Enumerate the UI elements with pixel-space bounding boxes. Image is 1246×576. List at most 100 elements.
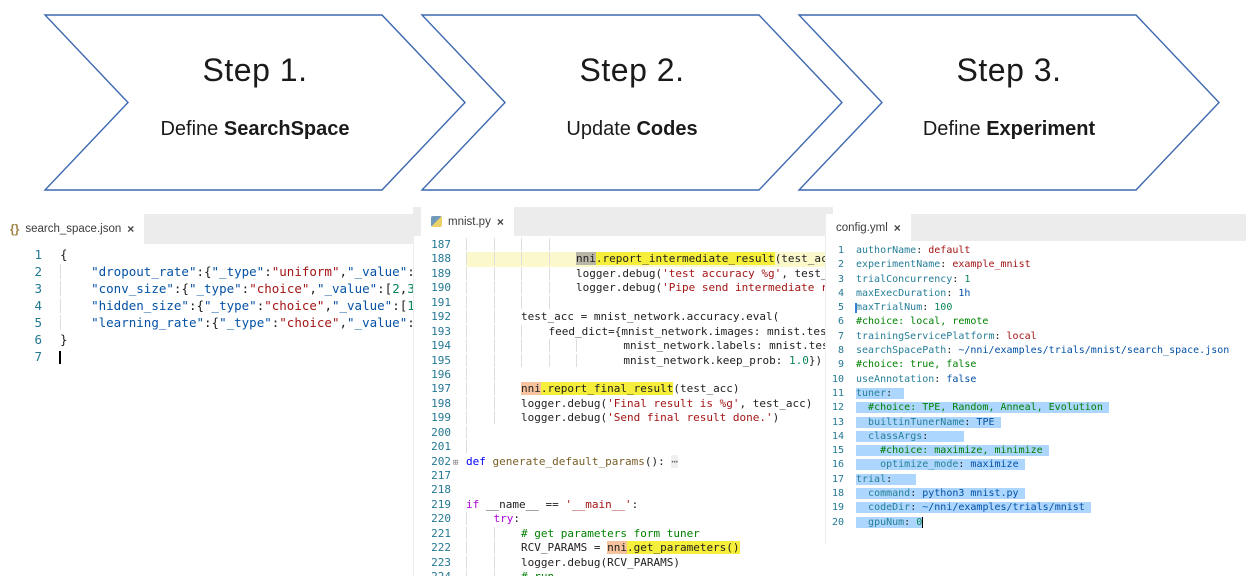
code-line-row[interactable]: 13 builtinTunerName: TPE xyxy=(826,416,1246,430)
code-line-text[interactable]: mnist_network.keep_prob: 1.0}) xyxy=(466,354,833,368)
mnist-editor-code[interactable]: 187 188 nni.report_intermediate_result(t… xyxy=(414,236,833,576)
code-line-row[interactable]: 192 test_acc = mnist_network.accuracy.ev… xyxy=(414,310,833,324)
code-line-row[interactable]: 187 xyxy=(414,238,833,252)
code-line-row[interactable]: 219if __name__ == '__main__': xyxy=(414,498,833,512)
code-line-row[interactable]: 197 nni.report_final_result(test_acc) xyxy=(414,382,833,396)
code-line-text[interactable]: #choice: maximize, minimize xyxy=(856,444,1246,458)
code-line-row[interactable]: 191 xyxy=(414,296,833,310)
code-line-row[interactable]: 3trialConcurrency: 1 xyxy=(826,273,1246,287)
code-line-row[interactable]: 223 logger.debug(RCV_PARAMS) xyxy=(414,556,833,570)
code-line-text[interactable]: # run xyxy=(466,570,833,576)
code-line-text[interactable]: "learning_rate":{"_type":"choice","_valu… xyxy=(60,314,420,331)
code-line-row[interactable]: 5maxTrialNum: 100 xyxy=(826,301,1246,315)
code-line-row[interactable]: 217 xyxy=(414,469,833,483)
code-line-row[interactable]: 4 "hidden_size":{"_type":"choice","_valu… xyxy=(0,297,420,314)
code-line-row[interactable]: 5 "learning_rate":{"_type":"choice","_va… xyxy=(0,314,420,331)
code-line-text[interactable]: logger.debug('Pipe send intermediate res… xyxy=(466,281,833,295)
code-line-text[interactable]: logger.debug('Send final result done.') xyxy=(466,411,833,425)
code-line-text[interactable]: optimize_mode: maximize xyxy=(856,458,1246,472)
code-line-row[interactable]: 4maxExecDuration: 1h xyxy=(826,287,1246,301)
code-line-row[interactable]: 195 mnist_network.keep_prob: 1.0}) xyxy=(414,354,833,368)
code-line-row[interactable]: 224 # run xyxy=(414,570,833,576)
code-line-text[interactable]: builtinTunerName: TPE xyxy=(856,416,1246,430)
close-tab-icon[interactable]: × xyxy=(127,223,134,235)
code-line-text[interactable]: test_acc = mnist_network.accuracy.eval( xyxy=(466,310,833,324)
code-line-row[interactable]: 202⊞def generate_default_params(): ⋯ xyxy=(414,455,833,469)
code-line-text[interactable]: logger.debug(RCV_PARAMS) xyxy=(466,556,833,570)
code-line-row[interactable]: 18 command: python3 mnist.py xyxy=(826,487,1246,501)
code-line-text[interactable]: experimentName: example_mnist xyxy=(856,258,1246,272)
code-line-text[interactable]: ⊞def generate_default_params(): ⋯ xyxy=(466,455,833,469)
code-line-text[interactable]: RCV_PARAMS = nni.get_parameters() xyxy=(466,541,833,555)
code-line-text[interactable]: "hidden_size":{"_type":"choice","_value"… xyxy=(60,297,420,314)
code-line-row[interactable]: 16 optimize_mode: maximize xyxy=(826,458,1246,472)
code-line-text[interactable]: "conv_size":{"_type":"choice","_value":[… xyxy=(60,280,420,297)
code-line-text[interactable] xyxy=(466,469,833,483)
code-line-text[interactable]: maxExecDuration: 1h xyxy=(856,287,1246,301)
code-line-text[interactable]: #choice: TPE, Random, Anneal, Evolution xyxy=(856,401,1246,415)
code-line-text[interactable] xyxy=(466,440,833,454)
close-tab-icon[interactable]: × xyxy=(894,222,901,234)
code-line-text[interactable]: authorName: default xyxy=(856,244,1246,258)
code-line-row[interactable]: 19 codeDir: ~/nni/examples/trials/mnist xyxy=(826,501,1246,515)
code-line-row[interactable]: 8searchSpacePath: ~/nni/examples/trials/… xyxy=(826,344,1246,358)
code-line-row[interactable]: 7trainingServicePlatform: local xyxy=(826,330,1246,344)
code-line-row[interactable]: 12 #choice: TPE, Random, Anneal, Evoluti… xyxy=(826,401,1246,415)
code-line-text[interactable]: codeDir: ~/nni/examples/trials/mnist xyxy=(856,501,1246,515)
code-line-row[interactable]: 6#choice: local, remote xyxy=(826,315,1246,329)
code-line-text[interactable] xyxy=(466,296,833,310)
code-line-row[interactable]: 194 mnist_network.labels: mnist.test.lab… xyxy=(414,339,833,353)
code-line-row[interactable]: 9#choice: true, false xyxy=(826,358,1246,372)
code-line-row[interactable]: 218 xyxy=(414,483,833,497)
code-line-text[interactable]: "dropout_rate":{"_type":"uniform","_valu… xyxy=(60,263,420,280)
code-line-text[interactable]: #choice: local, remote xyxy=(856,315,1246,329)
code-line-row[interactable]: 1{ xyxy=(0,246,420,263)
code-line-text[interactable]: searchSpacePath: ~/nni/examples/trials/m… xyxy=(856,344,1246,358)
code-line-row[interactable]: 17trial: xyxy=(826,473,1246,487)
code-line-row[interactable]: 2experimentName: example_mnist xyxy=(826,258,1246,272)
code-line-row[interactable]: 6} xyxy=(0,331,420,348)
code-line-text[interactable]: { xyxy=(60,246,420,263)
code-line-text[interactable]: # get parameters form tuner xyxy=(466,527,833,541)
code-line-row[interactable]: 220 try: xyxy=(414,512,833,526)
code-line-row[interactable]: 188 nni.report_intermediate_result(test_… xyxy=(414,252,833,266)
search-space-editor-code[interactable]: 1{2 "dropout_rate":{"_type":"uniform","_… xyxy=(0,244,420,365)
code-line-text[interactable]: trial: xyxy=(856,473,1246,487)
code-line-row[interactable]: 14 classArgs: xyxy=(826,430,1246,444)
code-line-text[interactable]: gpuNum: 0 xyxy=(856,516,1246,530)
code-line-row[interactable]: 11tuner: xyxy=(826,387,1246,401)
code-line-row[interactable]: 193 feed_dict={mnist_network.images: mni… xyxy=(414,325,833,339)
code-line-text[interactable]: logger.debug('Final result is %g', test_… xyxy=(466,397,833,411)
code-line-text[interactable]: trialConcurrency: 1 xyxy=(856,273,1246,287)
code-line-text[interactable]: tuner: xyxy=(856,387,1246,401)
code-line-text[interactable] xyxy=(466,368,833,382)
config-editor-code[interactable]: 1authorName: default2experimentName: exa… xyxy=(826,241,1246,530)
code-line-row[interactable]: 189 logger.debug('test accuracy %g', tes… xyxy=(414,267,833,281)
code-line-row[interactable]: 1authorName: default xyxy=(826,244,1246,258)
tab-config-yml[interactable]: config.yml × xyxy=(826,214,911,241)
code-line-text[interactable]: #choice: true, false xyxy=(856,358,1246,372)
code-line-row[interactable]: 7 xyxy=(0,348,420,365)
code-line-row[interactable]: 201 xyxy=(414,440,833,454)
code-line-text[interactable]: } xyxy=(60,331,420,348)
code-line-text[interactable]: mnist_network.labels: mnist.test.labels, xyxy=(466,339,833,353)
code-line-text[interactable]: maxTrialNum: 100 xyxy=(856,301,1246,315)
code-line-row[interactable]: 3 "conv_size":{"_type":"choice","_value"… xyxy=(0,280,420,297)
code-line-text[interactable]: if __name__ == '__main__': xyxy=(466,498,833,512)
close-tab-icon[interactable]: × xyxy=(497,216,504,228)
code-line-text[interactable]: nni.report_intermediate_result(test_acc) xyxy=(466,252,833,266)
code-line-text[interactable] xyxy=(466,238,833,252)
code-line-text[interactable]: nni.report_final_result(test_acc) xyxy=(466,382,833,396)
code-line-row[interactable]: 198 logger.debug('Final result is %g', t… xyxy=(414,397,833,411)
tab-mnist-py[interactable]: mnist.py × xyxy=(421,207,514,236)
code-line-row[interactable]: 2 "dropout_rate":{"_type":"uniform","_va… xyxy=(0,263,420,280)
code-line-text[interactable]: useAnnotation: false xyxy=(856,373,1246,387)
code-line-row[interactable]: 10useAnnotation: false xyxy=(826,373,1246,387)
code-line-row[interactable]: 196 xyxy=(414,368,833,382)
code-line-text[interactable]: classArgs: xyxy=(856,430,1246,444)
code-line-row[interactable]: 199 logger.debug('Send final result done… xyxy=(414,411,833,425)
code-line-text[interactable]: try: xyxy=(466,512,833,526)
code-line-text[interactable] xyxy=(466,483,833,497)
code-line-row[interactable]: 221 # get parameters form tuner xyxy=(414,527,833,541)
code-line-text[interactable]: command: python3 mnist.py xyxy=(856,487,1246,501)
